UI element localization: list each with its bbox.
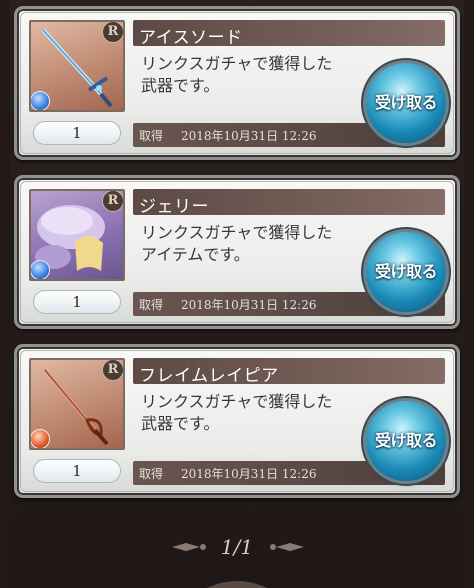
item-description: リンクスガチャで獲得した アイテムです。 bbox=[141, 222, 381, 266]
rarity-badge: R bbox=[102, 22, 123, 43]
pager-right-ornament-icon bbox=[270, 543, 304, 551]
description-line: リンクスガチャで獲得した bbox=[141, 54, 333, 73]
receive-button[interactable]: 受け取る bbox=[366, 232, 446, 312]
item-thumbnail: R bbox=[29, 358, 125, 450]
item-title-bar: フレイムレイピア bbox=[133, 358, 445, 386]
acquired-date: 2018年10月31日 12:26 bbox=[181, 298, 317, 312]
description-line: リンクスガチャで獲得した bbox=[141, 223, 333, 242]
card-inner: R アイスソード リンクスガチャで獲得した 武器です。 1 取得 2018年10… bbox=[20, 12, 454, 154]
element-icon bbox=[31, 91, 50, 110]
present-card: R フレイムレイピア リンクスガチャで獲得した 武器です。 1 取得 2018年… bbox=[14, 344, 460, 498]
bottom-ornament-icon bbox=[207, 581, 267, 588]
receive-button[interactable]: 受け取る bbox=[366, 401, 446, 481]
element-icon bbox=[31, 260, 50, 279]
acquired-label: 取得 bbox=[139, 467, 164, 481]
acquired-label: 取得 bbox=[139, 129, 164, 143]
acquired-date: 2018年10月31日 12:26 bbox=[181, 467, 317, 481]
rarity-badge: R bbox=[102, 191, 123, 212]
quantity-badge: 1 bbox=[33, 459, 121, 483]
element-icon bbox=[31, 429, 50, 448]
description-line: リンクスガチャで獲得した bbox=[141, 392, 333, 411]
quantity-badge: 1 bbox=[33, 290, 121, 314]
quantity-badge: 1 bbox=[33, 121, 121, 145]
pager: 1/1 bbox=[0, 532, 474, 562]
present-card: R アイスソード リンクスガチャで獲得した 武器です。 1 取得 2018年10… bbox=[14, 6, 460, 160]
item-thumbnail: R bbox=[29, 189, 125, 281]
description-line: アイテムです。 bbox=[141, 245, 250, 264]
present-card: R ジェリー リンクスガチャで獲得した アイテムです。 1 取得 2018年10… bbox=[14, 175, 460, 329]
item-title-bar: アイスソード bbox=[133, 20, 445, 48]
pager-left-ornament-icon bbox=[172, 543, 206, 551]
page-indicator: 1/1 bbox=[220, 535, 254, 559]
item-title-bar: ジェリー bbox=[133, 189, 445, 217]
item-description: リンクスガチャで獲得した 武器です。 bbox=[141, 391, 381, 435]
rarity-badge: R bbox=[102, 360, 123, 381]
item-name: アイスソード bbox=[139, 28, 243, 48]
item-name: フレイムレイピア bbox=[139, 366, 279, 386]
card-inner: R ジェリー リンクスガチャで獲得した アイテムです。 1 取得 2018年10… bbox=[20, 181, 454, 323]
acquired-label: 取得 bbox=[139, 298, 164, 312]
item-name: ジェリー bbox=[139, 197, 209, 217]
receive-button[interactable]: 受け取る bbox=[366, 63, 446, 143]
card-inner: R フレイムレイピア リンクスガチャで獲得した 武器です。 1 取得 2018年… bbox=[20, 350, 454, 492]
description-line: 武器です。 bbox=[141, 76, 220, 95]
acquired-date: 2018年10月31日 12:26 bbox=[181, 129, 317, 143]
description-line: 武器です。 bbox=[141, 414, 220, 433]
item-thumbnail: R bbox=[29, 20, 125, 112]
item-description: リンクスガチャで獲得した 武器です。 bbox=[141, 53, 381, 97]
